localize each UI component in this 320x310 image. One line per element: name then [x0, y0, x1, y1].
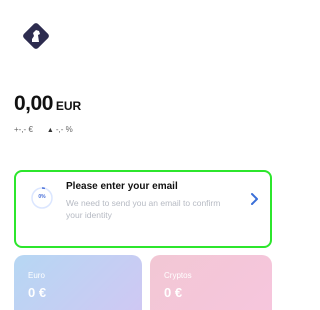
change-absolute: +-,- € [14, 125, 33, 134]
wallet-value: 0 € [28, 285, 47, 300]
progress-percent: 0% [38, 194, 46, 200]
total-balance: 0,00 EUR [14, 92, 81, 116]
balance-change: +-,- € ▲ -,- % [14, 125, 73, 134]
balance-currency: EUR [55, 99, 82, 113]
wallet-label: Euro [28, 271, 45, 280]
wallet-value: 0 € [164, 285, 183, 300]
knight-chess-icon [23, 23, 49, 49]
wallet-card-cryptos[interactable]: Cryptos 0 € [150, 255, 272, 310]
balance-value: 0,00 [14, 92, 53, 115]
arrow-up-icon: ▲ [46, 127, 54, 134]
wallet-card-euro[interactable]: Euro 0 € [14, 255, 142, 310]
chevron-right-icon[interactable] [248, 192, 262, 206]
wallet-label: Cryptos [164, 271, 192, 280]
email-prompt-description: We need to send you an email to confirm … [66, 198, 221, 220]
app-logo [20, 20, 52, 52]
enter-email-card[interactable]: 0% Please enter your email We need to se… [14, 170, 272, 248]
email-prompt-title: Please enter your email [66, 181, 178, 192]
change-percent: -,- % [55, 125, 73, 134]
change-percent-group: ▲ -,- % [47, 125, 73, 134]
